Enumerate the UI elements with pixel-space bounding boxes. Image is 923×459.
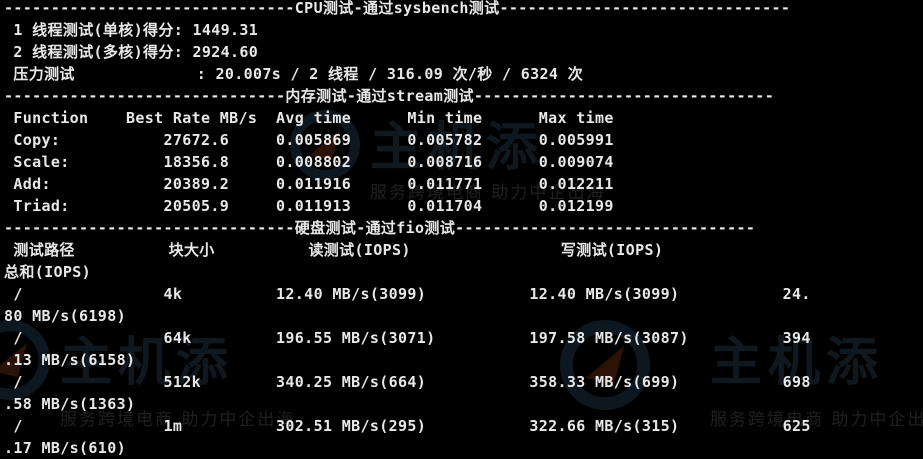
- disk-row-512k-wrap: .58 MB/s(1363): [4, 395, 136, 413]
- disk-table-header: 测试路径 块大小 读测试(IOPS) 写测试(IOPS): [4, 241, 664, 259]
- memory-row-copy: Copy: 27672.6 0.005869 0.005782 0.005991: [4, 131, 614, 149]
- disk-row-1m-wrap: .17 MB/s(610): [4, 439, 126, 457]
- cpu-stress-test: 压力测试 : 20.007s / 2 线程 / 316.09 次/秒 / 632…: [4, 65, 584, 83]
- memory-row-add: Add: 20389.2 0.011916 0.011771 0.012211: [4, 175, 614, 193]
- memory-row-scale: Scale: 18356.8 0.008802 0.008716 0.00907…: [4, 153, 614, 171]
- memory-table-header: Function Best Rate MB/s Avg time Min tim…: [4, 109, 614, 127]
- cpu-single-core-score: 1 线程测试(单核)得分: 1449.31: [4, 21, 259, 39]
- disk-section-header: -------------------------------硬盘测试-通过fi…: [4, 219, 756, 237]
- memory-section-header: ------------------------------内存测试-通过str…: [4, 87, 775, 105]
- disk-row-64k: / 64k 196.55 MB/s(3071) 197.58 MB/s(3087…: [4, 329, 811, 347]
- terminal-window[interactable]: 主机添 服务跨境电商 助力中企出海 主机添 服务跨境电商 助力中企出海 主机添 …: [0, 0, 923, 459]
- cpu-section-header: -------------------------------CPU测试-通过s…: [4, 0, 791, 17]
- disk-row-1m: / 1m 302.51 MB/s(295) 322.66 MB/s(315) 6…: [4, 417, 811, 435]
- memory-row-triad: Triad: 20505.9 0.011913 0.011704 0.01219…: [4, 197, 614, 215]
- disk-table-header-wrap: 总和(IOPS): [4, 263, 91, 281]
- disk-row-64k-wrap: .13 MB/s(6158): [4, 351, 136, 369]
- cpu-multi-core-score: 2 线程测试(多核)得分: 2924.60: [4, 43, 259, 61]
- disk-row-512k: / 512k 340.25 MB/s(664) 358.33 MB/s(699)…: [4, 373, 811, 391]
- disk-row-4k-wrap: 80 MB/s(6198): [4, 307, 126, 325]
- disk-row-4k: / 4k 12.40 MB/s(3099) 12.40 MB/s(3099) 2…: [4, 285, 811, 303]
